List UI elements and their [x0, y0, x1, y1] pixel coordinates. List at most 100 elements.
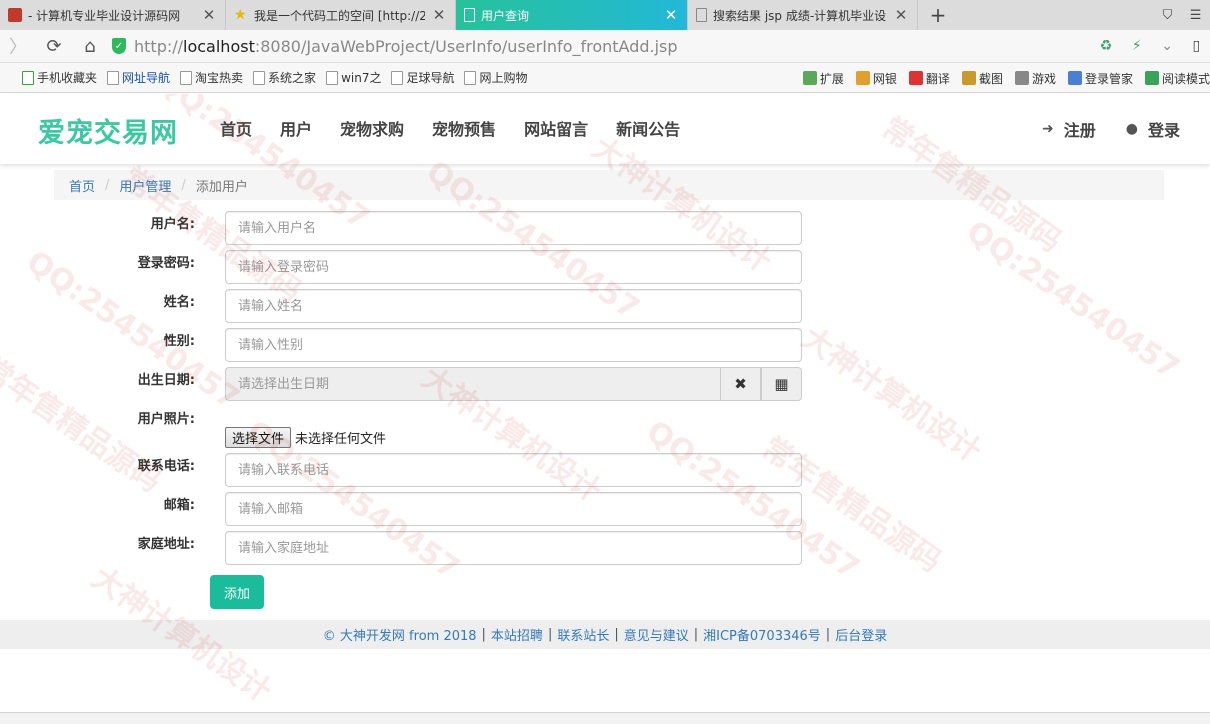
new-tab-button[interactable]: +: [918, 0, 958, 30]
breadcrumb: 首页 / 用户管理 / 添加用户: [54, 170, 1164, 200]
photo-file-input: 选择文件 未选择任何文件: [225, 427, 386, 448]
star-icon: ★: [234, 7, 247, 23]
nav-home[interactable]: 首页: [206, 116, 266, 140]
browser-tab[interactable]: ★ 我是一个代码工的空间 [http://2 ✕: [226, 0, 456, 30]
browser-tab[interactable]: 搜索结果 jsp 成绩-计算机毕业设 ✕: [688, 0, 918, 30]
footer-contact-link[interactable]: 联系站长: [557, 625, 609, 644]
back-button[interactable]: 〉: [0, 31, 36, 61]
address-input[interactable]: [225, 531, 802, 565]
tab-label: 用户查询: [481, 8, 530, 23]
site-header: 爱宠交易网 首页 用户 宠物求购 宠物预售 网站留言 新闻公告 ➜ 注册 ● 登录: [0, 94, 1210, 164]
bookmark-item[interactable]: 手机收藏夹: [22, 69, 97, 86]
close-tab-icon[interactable]: ✕: [663, 6, 679, 24]
browser-window-controls: ⛉ ☰: [1154, 0, 1210, 30]
bookmark-item[interactable]: 足球导航: [391, 69, 454, 86]
book-icon: [1144, 71, 1159, 85]
breadcrumb-user-management[interactable]: 用户管理: [119, 176, 171, 195]
username-input[interactable]: [225, 211, 802, 245]
extensions-button[interactable]: 扩展: [802, 70, 844, 87]
register-link[interactable]: ➜ 注册: [1042, 117, 1096, 141]
close-tab-icon[interactable]: ✕: [431, 6, 447, 24]
reading-mode-button[interactable]: 阅读模式: [1144, 70, 1210, 87]
browser-tab-active[interactable]: 用户查询 ✕: [456, 0, 688, 30]
browser-status-bar: [0, 712, 1210, 724]
phone-label: 联系电话:: [137, 459, 195, 474]
browser-tab[interactable]: - 计算机专业毕业设计源码网 ✕: [0, 0, 226, 30]
calendar-icon[interactable]: ▦: [761, 367, 802, 401]
page-icon: [253, 70, 266, 85]
tab-label: 搜索结果 jsp 成绩-计算机毕业设: [713, 8, 887, 23]
form-row-address: 家庭地址:: [0, 531, 1210, 565]
bookmark-item[interactable]: 网上购物: [464, 69, 527, 86]
key-icon: [1067, 71, 1082, 85]
phone-icon: [22, 70, 34, 85]
gender-input[interactable]: [225, 328, 802, 362]
shield-icon: [855, 71, 870, 85]
footer-icp-link[interactable]: 湘ICP备0703346号: [703, 625, 821, 644]
breadcrumb-home[interactable]: 首页: [69, 176, 95, 195]
reload-button[interactable]: ⟳: [36, 31, 72, 61]
translate-button[interactable]: 翻译: [908, 70, 950, 87]
sign-in-icon: ➜: [1042, 121, 1054, 137]
form-row-phone: 联系电话:: [0, 453, 1210, 487]
page-icon: [326, 70, 339, 85]
breadcrumb-separator: /: [105, 177, 110, 193]
nav-pet-wanted[interactable]: 宠物求购: [326, 116, 418, 140]
close-tab-icon[interactable]: ✕: [201, 6, 217, 24]
gender-label: 性别:: [163, 334, 195, 349]
home-button[interactable]: ⌂: [72, 31, 108, 61]
form-row-birthday: 出生日期: ✖ ▦: [0, 367, 1210, 401]
form-row-password: 登录密码:: [0, 250, 1210, 284]
login-manager-button[interactable]: 登录管家: [1067, 70, 1133, 87]
scissors-icon: [961, 71, 976, 85]
site-footer: © 大神开发网 from 2018 | 本站招聘 | 联系站长 | 意见与建议 …: [0, 620, 1210, 649]
add-user-button[interactable]: 添加: [210, 575, 264, 609]
screenshot-button[interactable]: 截图: [961, 70, 1003, 87]
tab-label: 我是一个代码工的空间 [http://2: [254, 8, 425, 23]
bookmark-item[interactable]: win7之: [326, 69, 381, 86]
footer-jobs-link[interactable]: 本站招聘: [491, 625, 543, 644]
password-input[interactable]: [225, 250, 802, 284]
bank-button[interactable]: 网银: [855, 70, 897, 87]
username-label: 用户名:: [150, 217, 195, 232]
email-input[interactable]: [225, 492, 802, 526]
shirt-icon[interactable]: ⛉: [1163, 8, 1173, 23]
bookmark-item[interactable]: 系统之家: [253, 69, 316, 86]
address-label: 家庭地址:: [137, 537, 195, 552]
lightning-icon[interactable]: ⚡: [1132, 38, 1142, 54]
dropdown-icon[interactable]: ⌄: [1161, 38, 1173, 54]
tab-label: - 计算机专业毕业设计源码网: [28, 8, 181, 23]
breadcrumb-separator: /: [181, 177, 186, 193]
choose-file-button[interactable]: 选择文件: [225, 427, 292, 448]
bookmark-item[interactable]: 淘宝热卖: [180, 69, 243, 86]
phone-input[interactable]: [225, 453, 802, 487]
bookmark-item[interactable]: 网址导航: [107, 69, 170, 86]
nav-guestbook[interactable]: 网站留言: [510, 116, 602, 140]
nav-user[interactable]: 用户: [266, 116, 326, 140]
security-shield-icon: ✓: [112, 38, 126, 54]
clear-date-icon[interactable]: ✖: [720, 367, 761, 401]
name-input[interactable]: [225, 289, 802, 323]
menu-icon[interactable]: ☰: [1190, 8, 1202, 23]
site-logo[interactable]: 爱宠交易网: [38, 111, 178, 150]
footer-admin-login-link[interactable]: 后台登录: [835, 625, 887, 644]
name-label: 姓名:: [163, 295, 195, 310]
recycle-icon[interactable]: ♻: [1100, 38, 1113, 54]
birthday-input[interactable]: [225, 367, 720, 401]
footer-copyright[interactable]: © 大神开发网 from 2018: [323, 625, 477, 644]
page-icon: [464, 8, 475, 22]
close-tab-icon[interactable]: ✕: [893, 6, 909, 24]
user-icon: ●: [1125, 121, 1138, 137]
page-icon: [391, 70, 404, 85]
phone-icon[interactable]: ▯: [1193, 38, 1201, 54]
footer-feedback-link[interactable]: 意见与建议: [624, 625, 689, 644]
url-path: :8080/JavaWebProject/UserInfo/userInfo_f…: [254, 36, 678, 56]
nav-pet-presale[interactable]: 宠物预售: [418, 116, 510, 140]
games-button[interactable]: 游戏: [1014, 70, 1056, 87]
user-nav: ➜ 注册 ● 登录: [1012, 117, 1180, 141]
login-link[interactable]: ● 登录: [1126, 117, 1180, 141]
page-icon: [107, 70, 120, 85]
nav-news[interactable]: 新闻公告: [602, 116, 694, 140]
form-row-gender: 性别:: [0, 328, 1210, 362]
url-field[interactable]: ✓ http://localhost:8080/JavaWebProject/U…: [112, 33, 1090, 59]
